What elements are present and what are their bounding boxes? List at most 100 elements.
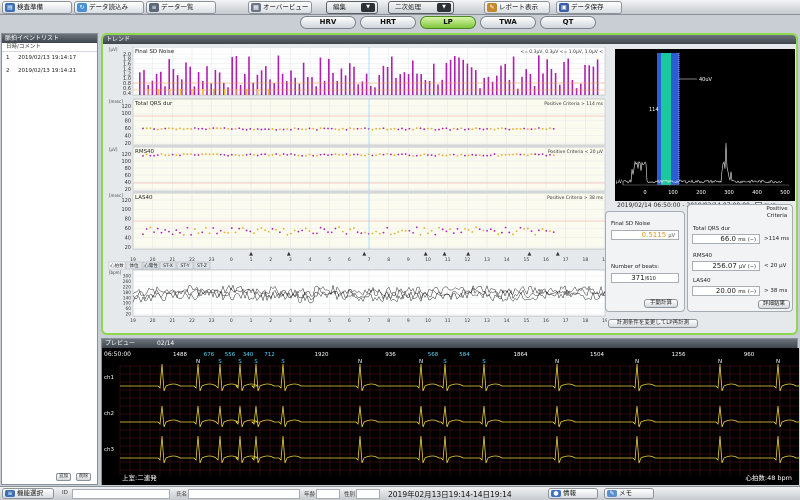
secondary-processing-select[interactable]: 二次処理 ▼	[388, 1, 454, 14]
x-tick-label: 11	[445, 318, 451, 324]
trend-point	[338, 128, 340, 131]
data-load-button[interactable]: ↻ データ読込み	[74, 1, 144, 14]
report-button[interactable]: ✎ レポート表示	[484, 1, 550, 14]
noise-bar	[487, 76, 490, 95]
hr-tab[interactable]: 心拍数	[108, 261, 126, 269]
name-field	[188, 489, 300, 499]
trend-point	[541, 128, 544, 130]
trend-point	[475, 154, 477, 157]
function-select-button[interactable]: ≡ 機能選択	[2, 488, 54, 499]
lp-recalc-button[interactable]: 計測条件を変更してLP再計測	[608, 319, 698, 328]
menu-icon: ≡	[5, 490, 15, 497]
x-tick-label: 16	[543, 257, 549, 263]
trend-point	[427, 127, 429, 130]
trend-point	[208, 232, 211, 235]
trend-point	[275, 153, 278, 155]
memo-button[interactable]: ✎ メモ	[604, 488, 654, 499]
trend-point	[526, 154, 529, 157]
trend-point	[515, 128, 518, 130]
trend-point	[530, 230, 533, 233]
hr-tab[interactable]: 心電性	[142, 261, 160, 269]
trend-point	[497, 233, 500, 236]
hr-tab[interactable]: ST-X	[159, 261, 177, 269]
ecg-strip[interactable]: 06:50:00 1488N676S556S340S712S1920N936N56…	[102, 348, 799, 485]
trend-point	[449, 153, 451, 156]
trend-point	[275, 129, 278, 131]
trend-point	[393, 154, 396, 157]
detail-result-button[interactable]: 詳細結果	[758, 300, 790, 309]
trend-point	[193, 127, 196, 129]
manual-calc-button[interactable]: 手動計算	[644, 299, 678, 308]
noise-bar	[193, 86, 196, 95]
y-tick-label: 20	[126, 312, 132, 318]
info-button[interactable]: ● 情報	[548, 488, 598, 499]
trend-point	[486, 154, 488, 157]
event-list-item[interactable]: 1 2019/02/13 19:14:17	[2, 52, 97, 65]
noise-bar	[546, 59, 548, 95]
tab-hrv[interactable]: HRV	[300, 16, 356, 29]
noise-bar	[399, 74, 401, 95]
trend-point	[234, 128, 237, 130]
trend-point	[530, 128, 533, 131]
tab-hrt[interactable]: HRT	[360, 16, 416, 29]
trend-point	[378, 153, 381, 155]
trend-point	[508, 231, 511, 234]
delete-event-button[interactable]: 削除	[76, 473, 91, 481]
trend-point	[545, 229, 548, 232]
y-tick-label: 20	[125, 245, 131, 251]
trend-point	[327, 154, 329, 157]
add-event-button[interactable]: 追加	[56, 473, 71, 481]
trend-point	[216, 153, 218, 156]
report-icon: ✎	[487, 3, 497, 12]
y-tick-label: 60	[125, 226, 131, 232]
trend-point	[205, 226, 207, 229]
trend-point	[530, 153, 533, 156]
y-tick-label: 120	[121, 152, 131, 158]
tab-qt[interactable]: QT	[540, 16, 596, 29]
rr-interval: 676	[204, 352, 215, 358]
noise-bar	[172, 68, 175, 95]
noise-bar	[517, 88, 519, 95]
x-tick-label: 3	[289, 318, 292, 324]
hr-tab[interactable]: ST-Y	[176, 261, 194, 269]
hr-tab[interactable]: ST-Z	[193, 261, 211, 269]
trend-point	[345, 153, 348, 155]
trend-point	[504, 226, 507, 229]
trend-panel-3: 120 100 80 60 40 20 [msec] LAS40 Positive Criter…	[109, 192, 606, 251]
hr-tab[interactable]: 体位	[125, 261, 143, 269]
trend-point	[186, 127, 189, 130]
noise-bar	[202, 89, 204, 95]
tab-twa[interactable]: TWA	[480, 16, 536, 29]
trend-point	[223, 231, 226, 234]
event-marker: ▲	[362, 251, 366, 257]
overview-button[interactable]: ▦ オーバービュー	[248, 1, 312, 14]
trend-point	[253, 128, 255, 131]
trend-point	[301, 155, 303, 157]
trend-point	[168, 127, 170, 130]
noise-bar	[512, 56, 515, 95]
save-button[interactable]: ▣ データ保存	[556, 1, 622, 14]
tab-lp[interactable]: LP	[420, 16, 476, 29]
y-tick-label: 20	[125, 141, 131, 147]
exam-prep-button[interactable]: ▤ 検査準備	[2, 1, 72, 14]
edit-select[interactable]: 編集 ▼	[326, 1, 378, 14]
noise-bar	[365, 73, 368, 95]
trend-point	[149, 226, 152, 229]
trend-point	[290, 232, 292, 235]
trend-point	[153, 128, 155, 130]
noise-bar	[584, 64, 586, 95]
trend-point	[375, 127, 377, 130]
trend-point	[208, 127, 211, 130]
trend-point	[456, 154, 459, 157]
x-tick-label: 3	[289, 257, 292, 263]
trend-point	[449, 129, 451, 131]
data-list-button[interactable]: ≡ データ一覧	[146, 1, 216, 14]
x-tick-label: 9	[407, 318, 410, 324]
event-number: 2	[6, 68, 10, 74]
trend-point	[301, 229, 303, 232]
trend-point	[245, 229, 248, 232]
trend-point	[401, 229, 403, 232]
trend-point	[230, 128, 233, 130]
trend-point	[164, 127, 167, 130]
event-list-item[interactable]: 2 2019/02/13 19:14:21	[2, 65, 97, 78]
